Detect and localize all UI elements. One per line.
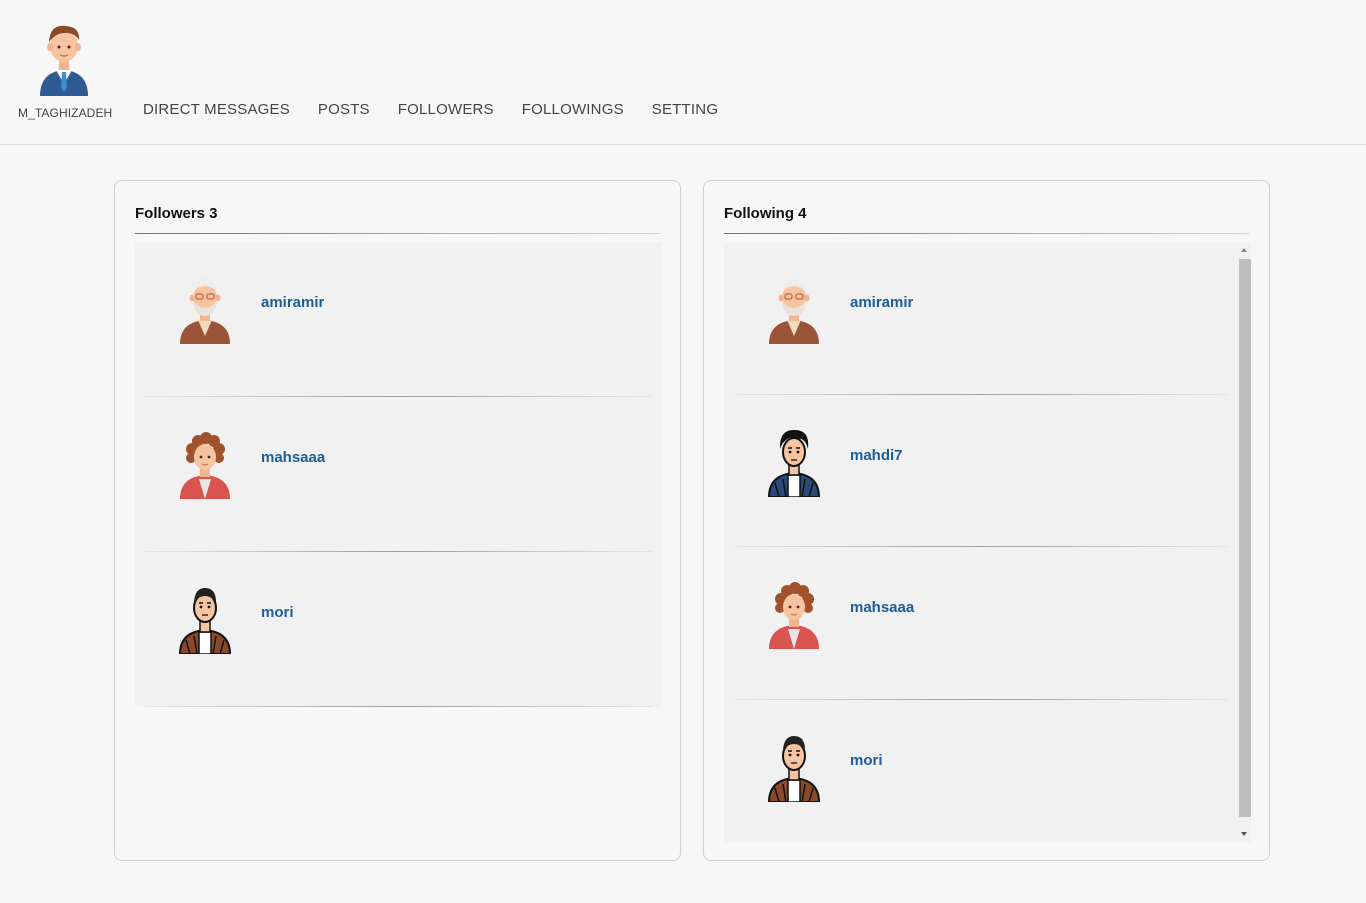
- list-item[interactable]: amiramir: [135, 242, 662, 397]
- dark-man-avatar-icon[interactable]: [767, 427, 821, 497]
- followers-panel: Followers 3 amiramir mahsaaa mori: [114, 180, 681, 861]
- divider: [724, 233, 1249, 234]
- nav-followers[interactable]: FOLLOWERS: [398, 101, 494, 118]
- old-man-avatar-icon[interactable]: [767, 274, 821, 344]
- list-item[interactable]: mori: [724, 700, 1251, 843]
- followers-title: Followers 3: [135, 205, 218, 222]
- profile-username[interactable]: M_TAGHIZADEH: [18, 106, 112, 120]
- young-man-avatar-icon[interactable]: [767, 732, 821, 802]
- divider: [145, 706, 652, 707]
- curly-hair-avatar-icon[interactable]: [178, 429, 232, 499]
- username-link[interactable]: mahsaaa: [261, 449, 325, 466]
- nav-posts[interactable]: POSTS: [318, 101, 370, 118]
- followers-list: amiramir mahsaaa mori: [135, 242, 662, 707]
- main-nav: DIRECT MESSAGES POSTS FOLLOWERS FOLLOWIN…: [143, 101, 746, 118]
- nav-direct-messages[interactable]: DIRECT MESSAGES: [143, 101, 290, 118]
- scroll-up-arrow-icon[interactable]: [1241, 248, 1247, 252]
- following-list[interactable]: amiramir mahdi7 mahsaaa mori: [724, 242, 1251, 842]
- list-item[interactable]: mahsaaa: [135, 397, 662, 552]
- scrollbar[interactable]: [1235, 242, 1251, 842]
- following-panel: Following 4 amiramir mahdi7 mahsaaa mori: [703, 180, 1270, 861]
- username-link[interactable]: mori: [261, 604, 294, 621]
- list-item[interactable]: mahsaaa: [724, 547, 1251, 700]
- nav-setting[interactable]: SETTING: [652, 101, 718, 118]
- username-link[interactable]: amiramir: [261, 294, 324, 311]
- scrollbar-thumb[interactable]: [1239, 259, 1251, 817]
- businessman-avatar-icon[interactable]: [34, 16, 94, 96]
- following-title: Following 4: [724, 205, 807, 222]
- username-link[interactable]: mori: [850, 752, 883, 769]
- profile-link[interactable]: M_TAGHIZADEH: [18, 16, 112, 120]
- top-navigation-bar: M_TAGHIZADEH DIRECT MESSAGES POSTS FOLLO…: [0, 0, 1366, 145]
- curly-hair-avatar-icon[interactable]: [767, 579, 821, 649]
- young-man-avatar-icon[interactable]: [178, 584, 232, 654]
- list-item[interactable]: mahdi7: [724, 395, 1251, 547]
- username-link[interactable]: amiramir: [850, 294, 913, 311]
- list-item[interactable]: mori: [135, 552, 662, 707]
- username-link[interactable]: mahdi7: [850, 447, 903, 464]
- username-link[interactable]: mahsaaa: [850, 599, 914, 616]
- divider: [135, 233, 660, 234]
- list-item[interactable]: amiramir: [724, 242, 1251, 395]
- scroll-down-arrow-icon[interactable]: [1241, 832, 1247, 836]
- nav-followings[interactable]: FOLLOWINGS: [522, 101, 624, 118]
- old-man-avatar-icon[interactable]: [178, 274, 232, 344]
